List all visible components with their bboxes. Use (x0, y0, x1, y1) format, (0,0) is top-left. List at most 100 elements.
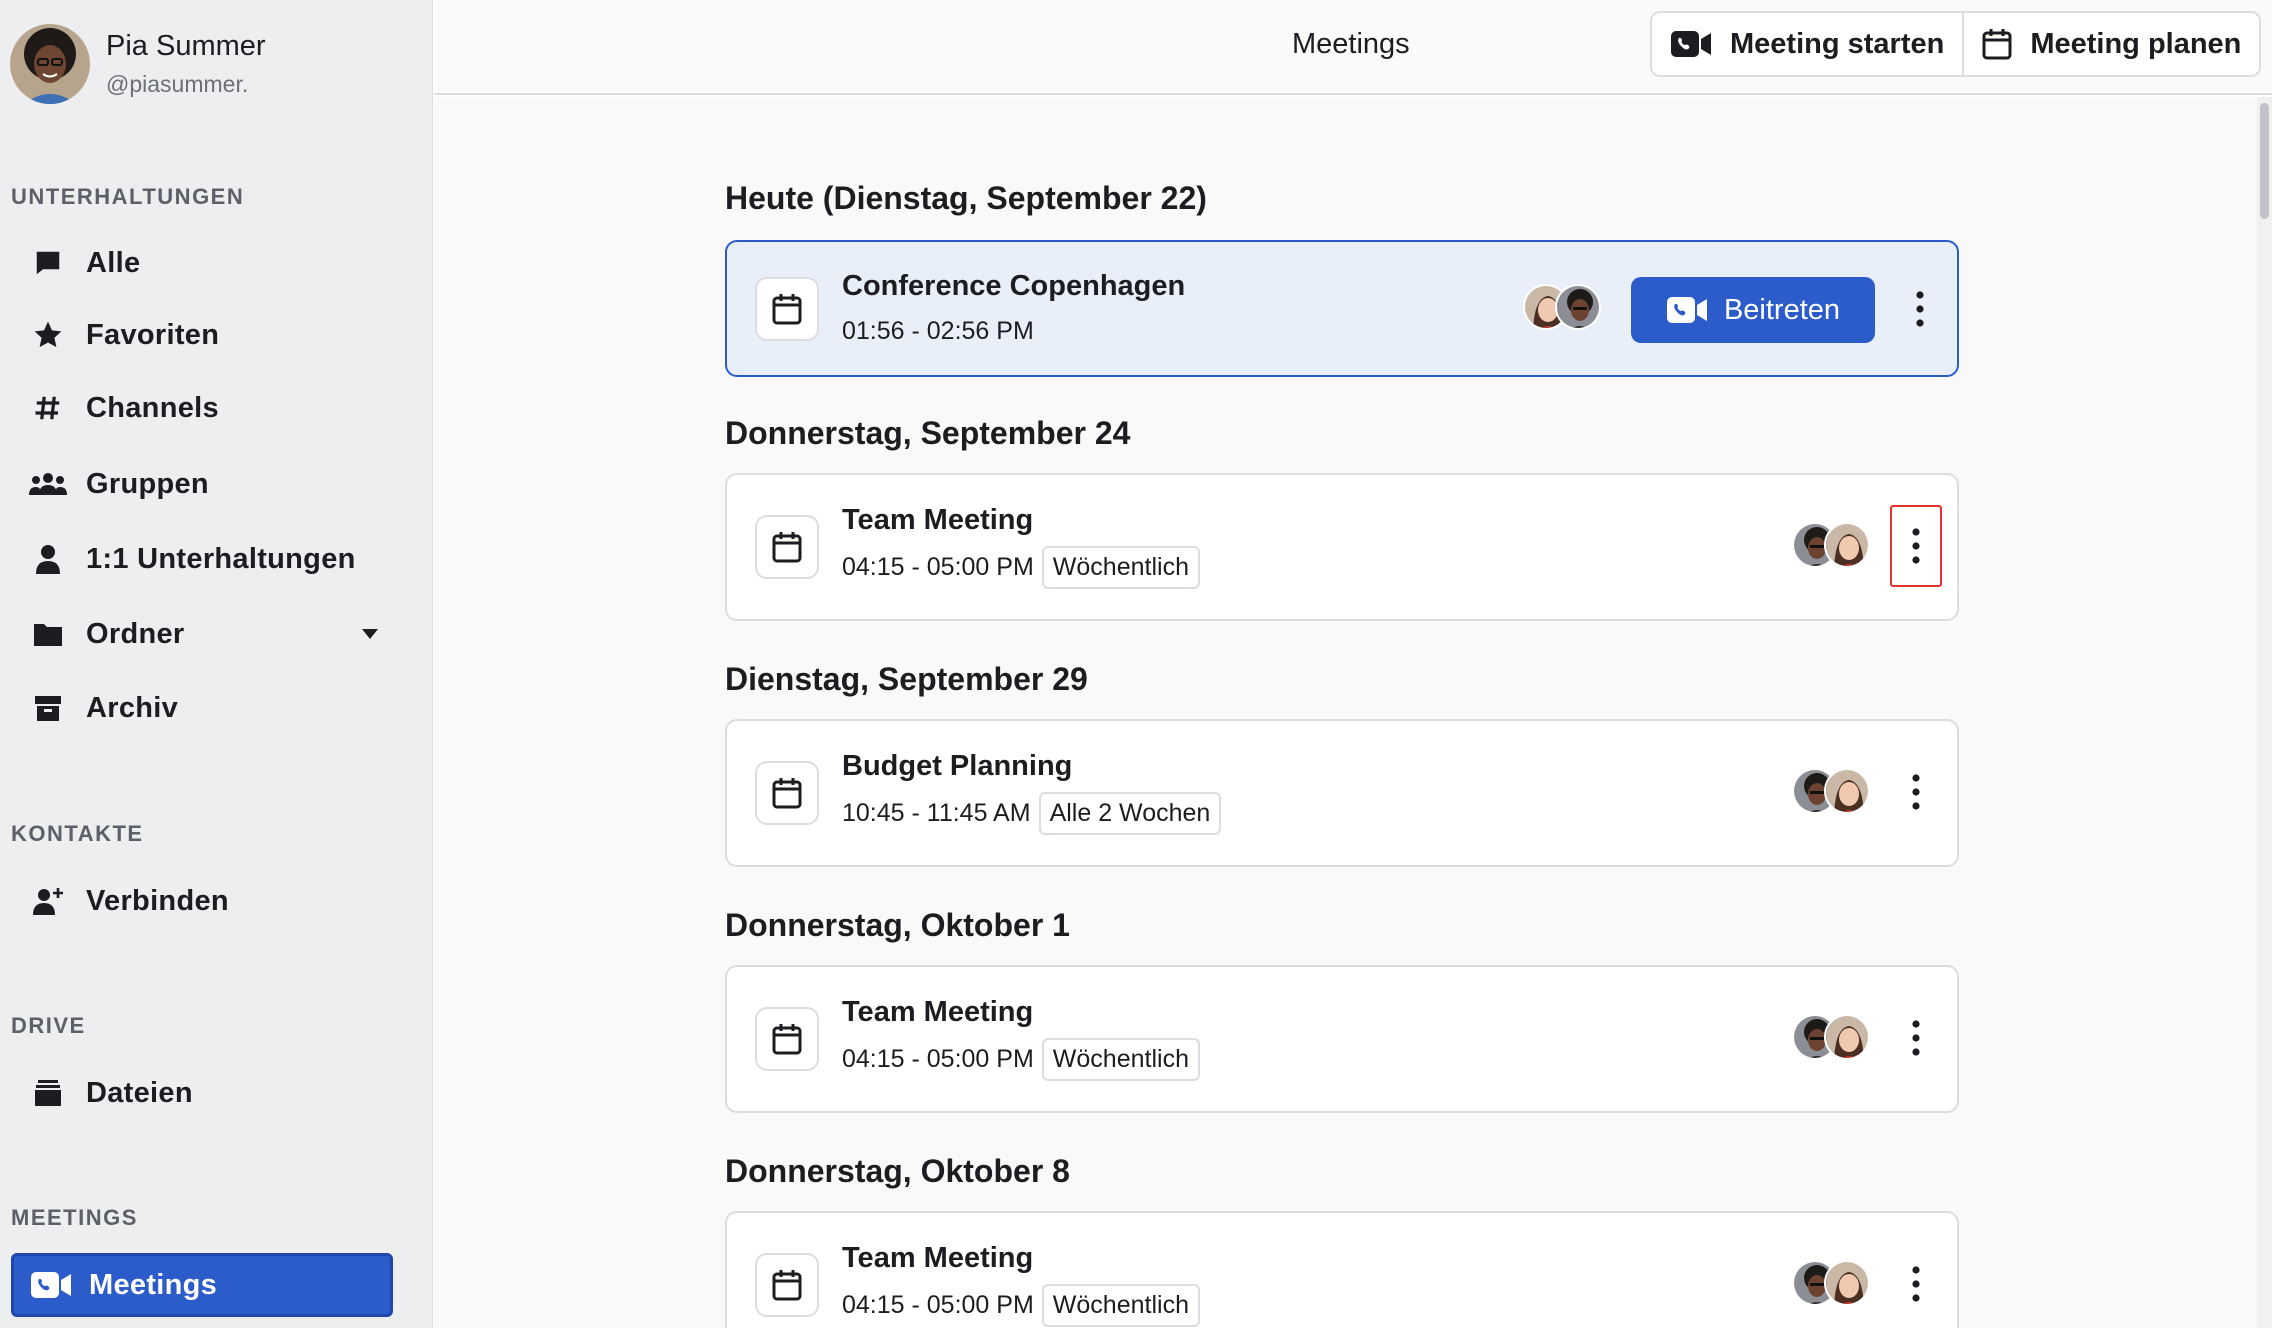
sidebar-item-meetings[interactable]: Meetings (11, 1253, 393, 1317)
section-title-meetings: MEETINGS (11, 1205, 138, 1230)
recurrence-badge: Wöchentlich (1041, 1038, 1200, 1081)
scrollbar[interactable] (2257, 97, 2272, 1328)
avatar (1824, 522, 1870, 568)
meeting-time: 10:45 - 11:45 AM Alle 2 Wochen (842, 792, 1222, 835)
plan-meeting-button[interactable]: Meeting planen (1962, 11, 2262, 77)
meeting-time: 04:15 - 05:00 PM Wöchentlich (842, 546, 1200, 589)
meeting-time-text: 10:45 - 11:45 AM (842, 799, 1031, 827)
day-heading: Heute (Dienstag, September 22) (725, 180, 1207, 216)
join-button[interactable]: Beitreten (1631, 277, 1875, 343)
calendar-icon (755, 277, 819, 341)
hash-icon (26, 393, 70, 423)
meeting-card[interactable]: Conference Copenhagen 01:56 - 02:56 PM B… (725, 240, 1959, 377)
day-heading: Donnerstag, September 24 (725, 415, 1131, 451)
kebab-icon (1912, 774, 1920, 810)
sidebar-item-label: Gruppen (86, 467, 209, 500)
sidebar-item-label: Favoriten (86, 318, 220, 351)
page-title: Meetings (1292, 28, 1410, 60)
video-call-icon (1670, 30, 1730, 58)
meeting-time-text: 04:15 - 05:00 PM (842, 1291, 1034, 1319)
sidebar-item-label: Dateien (86, 1076, 193, 1109)
meeting-title: Conference Copenhagen (842, 270, 1186, 302)
files-icon (26, 1079, 70, 1107)
user-handle: @piasummer. (106, 71, 249, 97)
sidebar-item-label: Meetings (89, 1268, 218, 1301)
section-title-drive: DRIVE (11, 1013, 86, 1038)
sidebar-item-dateien[interactable]: Dateien (11, 1061, 393, 1125)
kebab-icon (1912, 528, 1920, 564)
meeting-time-text: 04:15 - 05:00 PM (842, 553, 1034, 581)
sidebar-item-label: Verbinden (86, 884, 229, 917)
recurrence-badge: Wöchentlich (1041, 1284, 1200, 1327)
sidebar-item-archiv[interactable]: Archiv (11, 676, 393, 740)
participant-avatars[interactable] (1792, 522, 1870, 568)
sidebar-item-alle[interactable]: Alle (11, 231, 393, 295)
avatar (1824, 1014, 1870, 1060)
meeting-card[interactable]: Team Meeting 04:15 - 05:00 PM Wöchentlic… (725, 473, 1959, 621)
sidebar-item-direct-messages[interactable]: 1:1 Unterhaltungen (11, 527, 393, 591)
avatar (1824, 1260, 1870, 1306)
user-name: Pia Summer (106, 30, 266, 62)
kebab-icon (1912, 1266, 1920, 1302)
sidebar-item-label: Archiv (86, 691, 179, 724)
kebab-icon (1916, 291, 1924, 327)
more-options-button[interactable] (1890, 1243, 1942, 1325)
add-person-icon (26, 886, 70, 916)
chat-bubble-icon (26, 248, 70, 278)
meeting-time-text: 04:15 - 05:00 PM (842, 1045, 1034, 1073)
meeting-time: 04:15 - 05:00 PM Wöchentlich (842, 1038, 1200, 1081)
sidebar: Pia Summer @piasummer. UNTERHALTUNGEN Al… (0, 0, 433, 1328)
meeting-title: Team Meeting (842, 996, 1034, 1028)
day-heading: Donnerstag, Oktober 8 (725, 1153, 1070, 1189)
sidebar-item-label: Alle (86, 246, 141, 279)
participant-avatars[interactable] (1792, 768, 1870, 814)
more-options-button[interactable] (1890, 997, 1942, 1079)
participant-avatars[interactable] (1523, 284, 1601, 330)
participant-avatars[interactable] (1792, 1260, 1870, 1306)
folder-icon (26, 621, 70, 647)
calendar-icon (755, 515, 819, 579)
header: Meetings Meeting starten Meeting planen (434, 0, 2272, 95)
meeting-time-text: 01:56 - 02:56 PM (842, 317, 1034, 345)
day-heading: Donnerstag, Oktober 1 (725, 907, 1070, 943)
sidebar-item-label: 1:1 Unterhaltungen (86, 542, 356, 575)
calendar-icon (755, 1007, 819, 1071)
star-icon (26, 319, 70, 351)
more-options-button[interactable] (1894, 268, 1946, 350)
meeting-card[interactable]: Budget Planning 10:45 - 11:45 AM Alle 2 … (725, 719, 1959, 867)
participant-avatars[interactable] (1792, 1014, 1870, 1060)
recurrence-badge: Wöchentlich (1041, 546, 1200, 589)
window-bottom-edge (0, 1328, 2272, 1342)
meetings-list: Heute (Dienstag, September 22) Conferenc… (434, 97, 2260, 1328)
start-meeting-button[interactable]: Meeting starten (1650, 11, 1963, 77)
more-options-button[interactable] (1890, 751, 1942, 833)
avatar (10, 24, 90, 104)
day-heading: Dienstag, September 29 (725, 661, 1088, 697)
recurrence-badge: Alle 2 Wochen (1038, 792, 1222, 835)
calendar-icon (755, 761, 819, 825)
meeting-title: Team Meeting (842, 504, 1034, 536)
avatar (1555, 284, 1601, 330)
video-call-icon (1666, 296, 1724, 324)
sidebar-item-gruppen[interactable]: Gruppen (11, 452, 393, 516)
scrollbar-thumb[interactable] (2260, 103, 2269, 219)
calendar-icon (1982, 28, 2030, 60)
meeting-title: Team Meeting (842, 1242, 1034, 1274)
sidebar-item-ordner[interactable]: Ordner (11, 602, 393, 666)
user-profile[interactable]: Pia Summer @piasummer. (10, 24, 266, 104)
sidebar-item-channels[interactable]: Channels (11, 376, 393, 440)
sidebar-item-label: Ordner (86, 617, 185, 650)
section-title-contacts: KONTAKTE (11, 821, 144, 846)
video-call-icon (29, 1271, 73, 1299)
more-options-button[interactable] (1890, 505, 1942, 587)
meeting-card[interactable]: Team Meeting 04:15 - 05:00 PM Wöchentlic… (725, 965, 1959, 1113)
sidebar-item-favoriten[interactable]: Favoriten (11, 303, 393, 367)
meeting-time: 04:15 - 05:00 PM Wöchentlich (842, 1284, 1200, 1327)
calendar-icon (755, 1253, 819, 1317)
sidebar-item-verbinden[interactable]: Verbinden (11, 869, 393, 933)
meeting-card[interactable]: Team Meeting 04:15 - 05:00 PM Wöchentlic… (725, 1211, 1959, 1328)
avatar (1824, 768, 1870, 814)
meeting-time: 01:56 - 02:56 PM (842, 317, 1034, 346)
chevron-down-icon[interactable] (361, 628, 379, 640)
header-actions: Meeting starten Meeting planen (1650, 11, 2262, 77)
